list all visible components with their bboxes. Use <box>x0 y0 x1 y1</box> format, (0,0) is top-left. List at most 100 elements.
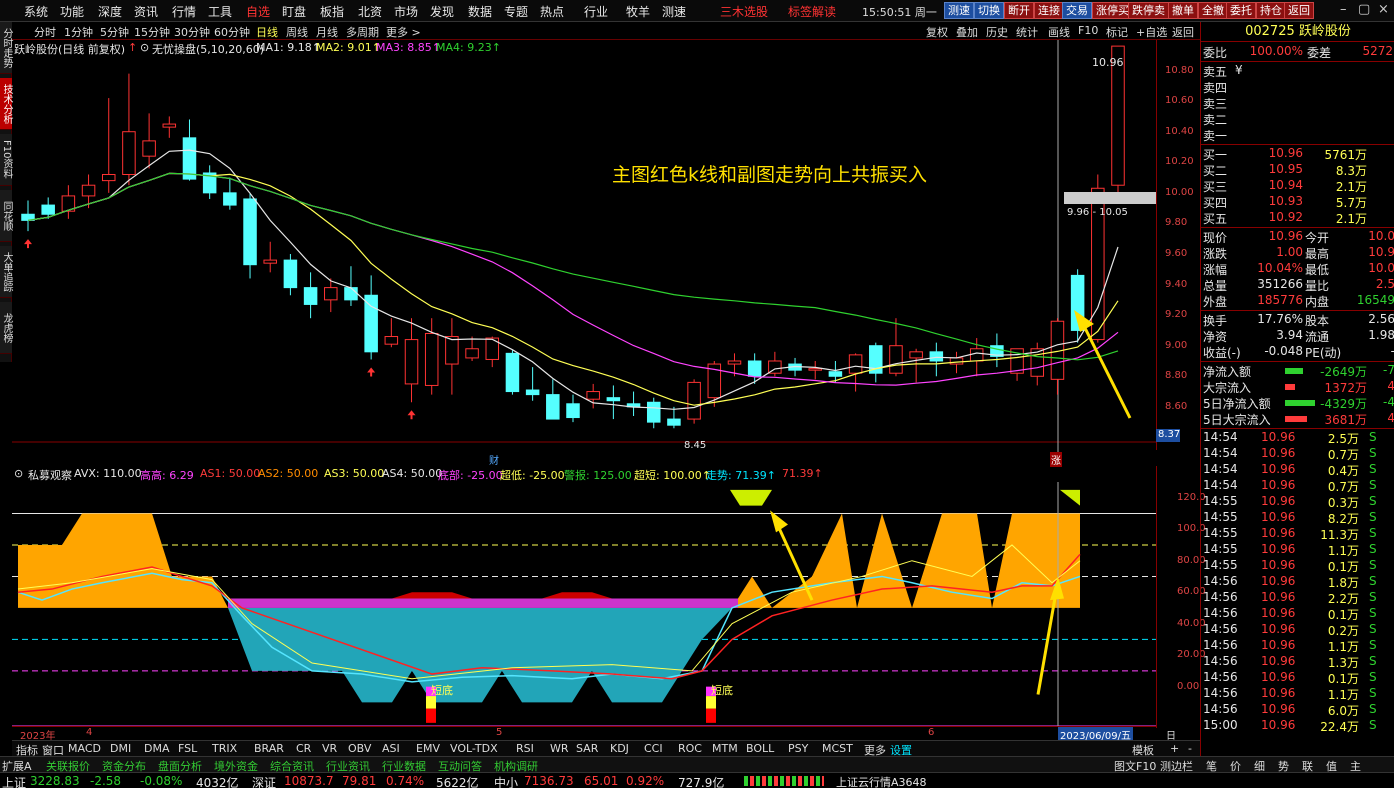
mid-band-area <box>228 598 738 608</box>
indicator-tab-23[interactable]: MCST <box>822 742 853 755</box>
menu-item-12[interactable]: 数据 <box>468 3 492 20</box>
sub-indicator-toggle-icon[interactable]: ⊙ <box>14 467 23 480</box>
menu-item-8[interactable]: 板指 <box>320 3 344 20</box>
toolbar-button-9[interactable]: 委托 <box>1226 2 1256 19</box>
toolbar-button-8[interactable]: 全撤 <box>1198 2 1228 19</box>
chart-tool-button-3[interactable]: 统计 <box>1016 24 1038 40</box>
event-marker-zhang[interactable]: 涨 <box>1050 452 1062 467</box>
period-tab-10[interactable]: 更多 > <box>386 24 421 40</box>
indicator-circle-icon[interactable]: ⊙ <box>140 41 149 54</box>
period-tab-1[interactable]: 1分钟 <box>64 24 93 40</box>
menu-item-7[interactable]: 盯盘 <box>282 3 306 20</box>
indicator-tab-16[interactable]: SAR <box>576 742 598 755</box>
chart-tool-button-1[interactable]: 叠加 <box>956 24 978 40</box>
indicator-tab-19[interactable]: ROC <box>678 742 702 755</box>
menu-item-11[interactable]: 发现 <box>430 3 454 20</box>
event-marker-cai[interactable]: 财 <box>489 452 499 467</box>
template-button-1[interactable]: + <box>1170 742 1179 755</box>
indicator-tab-11[interactable]: ASI <box>382 742 400 755</box>
period-tab-9[interactable]: 多周期 <box>346 24 379 40</box>
left-tab-3[interactable]: 同花顺 <box>0 190 12 242</box>
indicator-tab-17[interactable]: KDJ <box>610 742 629 755</box>
period-tab-2[interactable]: 5分钟 <box>100 24 129 40</box>
period-tab-6[interactable]: 日线 <box>256 24 278 40</box>
sub-indicator-name[interactable]: 私募观察 <box>28 467 72 483</box>
indicator-tab-21[interactable]: BOLL <box>746 742 774 755</box>
menu-item-5[interactable]: 工具 <box>208 3 232 20</box>
menu-item-4[interactable]: 行情 <box>172 3 196 20</box>
menu-item-0[interactable]: 系统 <box>24 3 48 20</box>
chart-tool-button-0[interactable]: 复权 <box>926 24 948 40</box>
indicator-tab-4[interactable]: DMA <box>144 742 170 755</box>
indicator-tab-5[interactable]: FSL <box>178 742 197 755</box>
period-tab-3[interactable]: 15分钟 <box>134 24 170 40</box>
menu-item-3[interactable]: 资讯 <box>134 3 158 20</box>
indicator-tab-13[interactable]: VOL-TDX <box>450 742 498 755</box>
toolbar-button-2[interactable]: 断开 <box>1004 2 1034 19</box>
toolbar-button-4[interactable]: 交易 <box>1062 2 1092 19</box>
left-tab-5[interactable]: 龙虎榜 <box>0 302 12 354</box>
chart-tool-button-4[interactable]: 画线 <box>1048 24 1070 40</box>
indicator-tab-7[interactable]: BRAR <box>254 742 284 755</box>
indicator-tab-22[interactable]: PSY <box>788 742 808 755</box>
toolbar-button-11[interactable]: 返回 <box>1284 2 1314 19</box>
menu-item-16[interactable]: 牧羊 <box>626 3 650 20</box>
panel-separator <box>1201 361 1394 362</box>
indicator-tab-2[interactable]: MACD <box>68 742 101 755</box>
toolbar-button-6[interactable]: 跌停卖 <box>1128 2 1169 19</box>
toolbar-button-0[interactable]: 测速 <box>944 2 974 19</box>
menu-ad-0[interactable]: 三木选股 <box>720 3 768 20</box>
toolbar-button-10[interactable]: 持仓 <box>1256 2 1286 19</box>
quote-cell: 0.1万 <box>1327 672 1359 686</box>
indicator-tab-6[interactable]: TRIX <box>212 742 237 755</box>
period-tab-4[interactable]: 30分钟 <box>174 24 210 40</box>
toolbar-button-5[interactable]: 涨停买 <box>1092 2 1133 19</box>
indicator-tab-8[interactable]: CR <box>296 742 311 755</box>
indicator-tab-3[interactable]: DMI <box>110 742 131 755</box>
indicator-tab-20[interactable]: MTM <box>712 742 738 755</box>
menu-item-1[interactable]: 功能 <box>60 3 84 20</box>
menu-item-14[interactable]: 热点 <box>540 3 564 20</box>
left-tab-2[interactable]: F10资料 <box>0 134 12 186</box>
left-tab-4[interactable]: 大单追踪 <box>0 246 12 298</box>
quote-cell: 10.93 <box>1268 194 1303 208</box>
chart-tool-button-5[interactable]: F10 <box>1078 24 1098 37</box>
indicator-tab-10[interactable]: OBV <box>348 742 371 755</box>
chart-tool-button-6[interactable]: 标记 <box>1106 24 1128 40</box>
menu-item-13[interactable]: 专题 <box>504 3 528 20</box>
menu-item-9[interactable]: 北资 <box>358 3 382 20</box>
chart-tool-button-2[interactable]: 历史 <box>986 24 1008 40</box>
kline-candle <box>1050 318 1065 395</box>
sub-indicator-chart[interactable]: 短底 短底 <box>12 482 1156 726</box>
left-tab-0[interactable]: 分时走势 <box>0 22 12 74</box>
close-icon[interactable]: × <box>1378 2 1389 17</box>
menu-item-15[interactable]: 行业 <box>584 3 608 20</box>
indicator-tab-12[interactable]: EMV <box>416 742 440 755</box>
maximize-icon[interactable]: ▢ <box>1358 2 1370 17</box>
indicator-tab-14[interactable]: RSI <box>516 742 534 755</box>
menu-ad-1[interactable]: 标签解读 <box>788 3 836 20</box>
quote-cell: -7 <box>1383 363 1394 377</box>
menu-item-10[interactable]: 市场 <box>394 3 418 20</box>
indicator-tab-18[interactable]: CCI <box>644 742 663 755</box>
main-kline-chart[interactable]: 跃岭股份(日线 前复权) ↑ ⊙ 无忧操盘(5,10,20,60) MA1: 9… <box>12 40 1156 467</box>
menu-item-6[interactable]: 自选 <box>246 3 270 20</box>
toolbar-button-3[interactable]: 连接 <box>1034 2 1064 19</box>
toolbar-button-7[interactable]: 撤单 <box>1168 2 1198 19</box>
period-tab-5[interactable]: 60分钟 <box>214 24 250 40</box>
indicator-tab-9[interactable]: VR <box>322 742 337 755</box>
indicator-tab-15[interactable]: WR <box>550 742 569 755</box>
quote-cell: 14:54 <box>1203 478 1238 492</box>
template-button-2[interactable]: - <box>1188 742 1192 755</box>
toolbar-button-1[interactable]: 切换 <box>974 2 1004 19</box>
menu-item-17[interactable]: 测速 <box>662 3 686 20</box>
chart-tool-button-7[interactable]: +自选 <box>1136 24 1167 40</box>
minimize-icon[interactable]: – <box>1340 2 1347 17</box>
left-tab-1[interactable]: 技术分析 <box>0 78 12 130</box>
period-tab-0[interactable]: 分时 <box>34 24 56 40</box>
main-indicator-name[interactable]: 无忧操盘(5,10,20,60) <box>152 41 264 57</box>
chart-tool-button-8[interactable]: 返回 <box>1172 24 1194 40</box>
period-tab-8[interactable]: 月线 <box>316 24 338 40</box>
period-tab-7[interactable]: 周线 <box>286 24 308 40</box>
menu-item-2[interactable]: 深度 <box>98 3 122 20</box>
